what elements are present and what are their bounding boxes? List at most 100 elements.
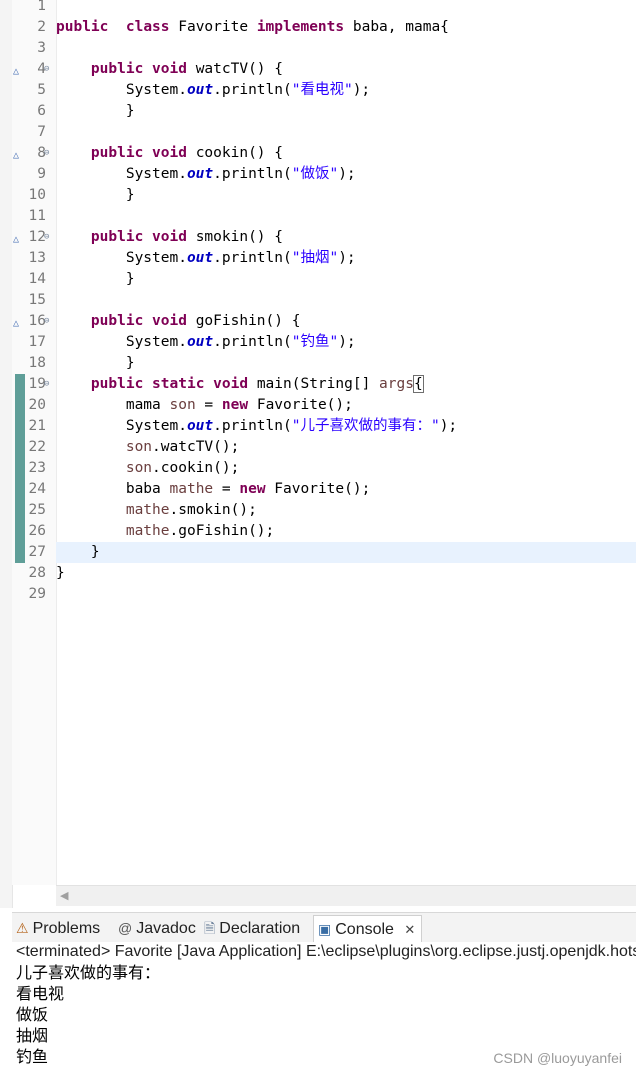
override-marker-icon: △ xyxy=(13,318,20,329)
code-line[interactable]: public void watcTV() { xyxy=(56,59,636,80)
code-line[interactable]: } xyxy=(56,269,636,290)
code-token: void xyxy=(213,376,249,392)
fold-toggle-icon[interactable]: ⊖ xyxy=(44,311,49,332)
code-line[interactable]: System.out.println("钓鱼"); xyxy=(56,332,636,353)
code-line[interactable]: System.out.println("看电视"); xyxy=(56,80,636,101)
code-line[interactable] xyxy=(56,290,636,311)
horizontal-scrollbar[interactable]: ◀ xyxy=(56,885,636,906)
fold-toggle-icon[interactable]: ⊖ xyxy=(44,374,49,395)
code-line[interactable]: System.out.println("做饭"); xyxy=(56,164,636,185)
code-token: new xyxy=(221,397,249,413)
change-marker xyxy=(15,500,25,521)
line-number: 24 xyxy=(28,481,46,497)
code-line[interactable]: System.out.println("抽烟"); xyxy=(56,248,636,269)
code-token: smokin() { xyxy=(186,229,283,245)
gutter-line: 22 xyxy=(12,437,56,458)
code-line[interactable] xyxy=(56,122,636,143)
code-token: void xyxy=(152,61,187,77)
change-marker xyxy=(15,458,25,479)
code-token: .println( xyxy=(213,418,292,434)
code-token: Favorite(); xyxy=(265,481,371,497)
code-token: = xyxy=(195,397,222,413)
fold-toggle-icon[interactable]: ⊖ xyxy=(44,227,49,248)
code-line[interactable]: public class Favorite implements baba, m… xyxy=(56,17,636,38)
code-line[interactable] xyxy=(56,206,636,227)
code-token: public xyxy=(56,19,109,35)
code-line[interactable] xyxy=(56,38,636,59)
code-line[interactable]: } xyxy=(56,185,636,206)
code-line[interactable]: } xyxy=(56,101,636,122)
code-editor[interactable]: 1 2 3 △ 4 ⊖ 5 6 7 △ 8 ⊖ 9 10 11 △ 12 ⊖ 13 14 15 △ 16 ⊖ 17 18 19 ⊖ 20… xyxy=(0,0,636,908)
line-number: 2 xyxy=(37,19,46,35)
code-line[interactable]: public void goFishin() { xyxy=(56,311,636,332)
code-token: } xyxy=(56,565,65,581)
code-line[interactable]: } xyxy=(56,542,636,563)
gutter-line: 21 xyxy=(12,416,56,437)
code-line[interactable]: son.watcTV(); xyxy=(56,437,636,458)
line-number: 25 xyxy=(28,502,46,518)
code-token: baba, mama{ xyxy=(344,19,449,35)
close-icon[interactable]: ✕ xyxy=(404,922,415,937)
javadoc-icon: @ xyxy=(118,920,133,936)
tab-declaration[interactable]: 🗎 Declaration xyxy=(204,915,300,941)
code-line[interactable]: public static void main(String[] args{ xyxy=(56,374,636,395)
code-token: } xyxy=(56,544,100,560)
code-line[interactable] xyxy=(56,584,636,605)
gutter-line: 25 xyxy=(12,500,56,521)
code-area[interactable]: public class Favorite implements baba, m… xyxy=(56,0,636,885)
code-token: mathe xyxy=(169,481,214,497)
gutter-line: 27 xyxy=(12,542,56,563)
gutter-line: 17 xyxy=(12,332,56,353)
code-token: ); xyxy=(352,82,371,98)
code-token: "钓鱼" xyxy=(291,334,339,350)
code-line[interactable]: } xyxy=(56,353,636,374)
code-line[interactable]: } xyxy=(56,563,636,584)
gutter-line: 26 xyxy=(12,521,56,542)
code-token: mathe xyxy=(125,523,170,539)
fold-toggle-icon[interactable]: ⊖ xyxy=(44,59,49,80)
gutter-line: △ 4 ⊖ xyxy=(12,59,56,80)
code-token: void xyxy=(152,313,187,329)
line-number: 5 xyxy=(37,82,46,98)
code-token: new xyxy=(239,481,266,497)
fold-toggle-icon[interactable]: ⊖ xyxy=(44,143,49,164)
code-line[interactable]: son.cookin(); xyxy=(56,458,636,479)
code-token: System. xyxy=(56,250,187,266)
line-number: 17 xyxy=(28,334,46,350)
code-line[interactable]: baba mathe = new Favorite(); xyxy=(56,479,636,500)
code-token: .println( xyxy=(213,334,292,350)
line-number: 1 xyxy=(37,0,46,14)
gutter-line: 20 xyxy=(12,395,56,416)
code-token: System. xyxy=(56,334,187,350)
code-line[interactable]: public void cookin() { xyxy=(56,143,636,164)
tab-problems[interactable]: ⚠ Problems xyxy=(16,915,100,941)
change-marker xyxy=(15,479,25,500)
console-output-line: 抽烟 xyxy=(16,1026,49,1045)
code-token: "做饭" xyxy=(291,166,339,182)
code-line[interactable]: mathe.smokin(); xyxy=(56,500,636,521)
code-line[interactable] xyxy=(56,0,636,17)
code-line[interactable]: System.out.println("儿子喜欢做的事有："); xyxy=(56,416,636,437)
code-token: public xyxy=(90,229,144,245)
code-token: mama xyxy=(56,397,170,413)
tab-console[interactable]: ▣ Console ✕ xyxy=(313,915,423,942)
line-number: 26 xyxy=(28,523,46,539)
tab-javadoc[interactable]: @ Javadoc xyxy=(118,915,196,941)
code-line[interactable]: public void smokin() { xyxy=(56,227,636,248)
code-line[interactable]: mathe.goFishin(); xyxy=(56,521,636,542)
code-token: .goFishin(); xyxy=(169,523,275,539)
scroll-left-arrow-icon[interactable]: ◀ xyxy=(60,889,68,902)
code-line[interactable]: mama son = new Favorite(); xyxy=(56,395,636,416)
code-token: .println( xyxy=(213,250,292,266)
gutter-line: 5 xyxy=(12,80,56,101)
code-token: ); xyxy=(338,166,356,182)
console-output-line: 儿子喜欢做的事有： xyxy=(16,963,161,982)
gutter-line: 18 xyxy=(12,353,56,374)
